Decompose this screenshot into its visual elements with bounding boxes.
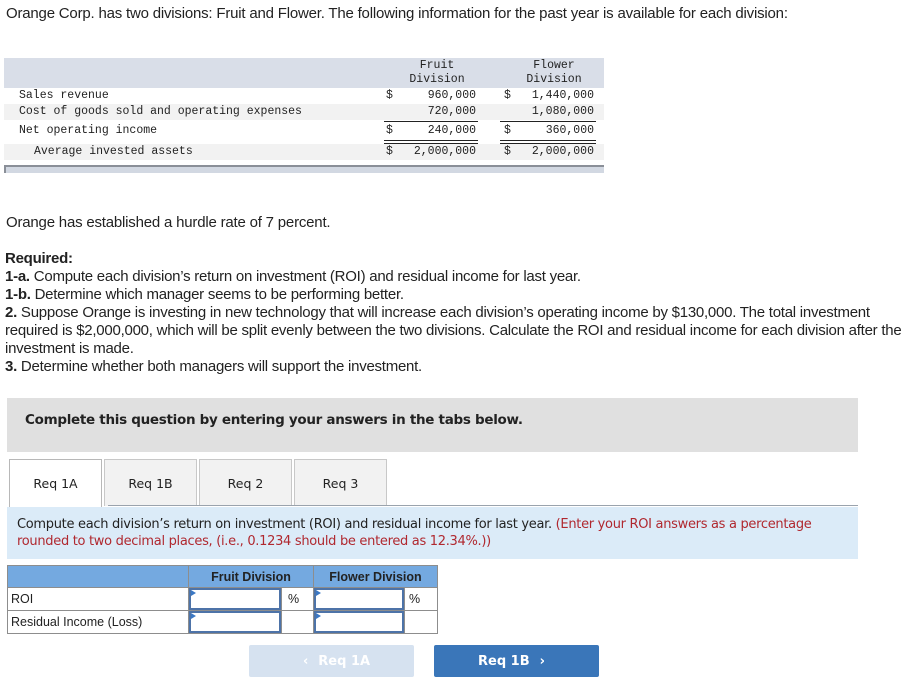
header-line: Division: [526, 73, 582, 86]
empty-suffix: [404, 610, 438, 634]
row-label: Net operating income: [19, 124, 158, 137]
requirement-number: 1-b.: [5, 286, 31, 303]
fruit-value: 720,000: [427, 105, 476, 118]
currency-sign: $: [386, 145, 393, 158]
fruit-roi-input[interactable]: [189, 588, 281, 610]
tab-req-1a[interactable]: Req 1A: [9, 459, 102, 508]
tab-req-3[interactable]: Req 3: [294, 459, 387, 506]
input-flag-icon: [316, 590, 321, 596]
fruit-value: 2,000,000: [413, 145, 476, 158]
input-flag-icon: [191, 590, 196, 596]
answer-table-header: Fruit Division Flower Division: [7, 565, 438, 588]
requirement-number: 2.: [5, 304, 18, 321]
prev-button-label: Req 1A: [318, 653, 371, 669]
tab-divider: [108, 505, 858, 506]
fruit-value: 960,000: [427, 89, 476, 102]
currency-sign: $: [504, 145, 511, 158]
data-row-average-invested-assets: Average invested assets $ 2,000,000 $ 2,…: [4, 144, 604, 160]
next-req-button[interactable]: Req 1B ›: [434, 645, 599, 677]
requirement-2: 2. Suppose Orange is investing in new te…: [5, 304, 920, 358]
question-prompt: Compute each division’s return on invest…: [7, 507, 858, 559]
answer-row-roi: ROI % %: [7, 587, 438, 611]
flower-value: 2,000,000: [531, 145, 594, 158]
currency-sign: $: [386, 124, 393, 137]
next-button-label: Req 1B: [478, 653, 530, 669]
percent-suffix: %: [281, 587, 314, 611]
header-line: Fruit: [419, 59, 455, 72]
answer-table: Fruit Division Flower Division ROI % % R…: [7, 565, 438, 634]
flower-residual-income-input[interactable]: [314, 611, 404, 633]
answer-row-residual-income: Residual Income (Loss): [7, 610, 438, 634]
flower-division-column-header: Flower Division: [313, 565, 438, 588]
fruit-value: 240,000: [427, 124, 476, 137]
previous-req-button[interactable]: ‹ Req 1A: [249, 645, 414, 677]
division-data-table: Fruit Division Flower Division Sales rev…: [4, 58, 604, 160]
fruit-residual-cell: [188, 610, 282, 634]
row-label: ROI: [7, 587, 189, 611]
data-table-footer: [4, 165, 604, 173]
requirement-text: Determine which manager seems to be perf…: [30, 286, 404, 303]
currency-sign: $: [504, 89, 511, 102]
required-heading: Required:: [5, 250, 73, 267]
fruit-residual-income-input[interactable]: [189, 611, 281, 633]
flower-roi-cell: [313, 587, 405, 611]
requirement-1b: 1-b. Determine which manager seems to be…: [5, 286, 920, 304]
header-blank: [7, 565, 189, 588]
data-row-cogs: Cost of goods sold and operating expense…: [4, 104, 604, 122]
header-line: Division: [409, 73, 465, 86]
flower-residual-cell: [313, 610, 405, 634]
instruction-text: Complete this question by entering your …: [25, 412, 523, 428]
flower-roi-input[interactable]: [314, 588, 404, 610]
chevron-left-icon: ‹: [302, 653, 309, 669]
requirement-text: Compute each division’s return on invest…: [29, 268, 581, 285]
percent-suffix: %: [404, 587, 438, 611]
currency-sign: $: [504, 124, 511, 137]
row-label: Average invested assets: [34, 145, 193, 158]
fruit-division-header: Fruit Division: [398, 58, 476, 87]
requirement-number: 1-a.: [5, 268, 30, 285]
requirement-number: 3.: [5, 358, 18, 375]
flower-value: 1,080,000: [531, 105, 594, 118]
requirement-3: 3. Determine whether both managers will …: [5, 358, 920, 376]
currency-sign: $: [386, 89, 393, 102]
requirement-text: Suppose Orange is investing in new techn…: [5, 304, 902, 357]
required-section: Required: 1-a. Compute each division’s r…: [5, 250, 920, 376]
input-flag-icon: [191, 613, 196, 619]
instruction-banner: Complete this question by entering your …: [7, 398, 858, 452]
flower-value: 1,440,000: [531, 89, 594, 102]
data-table-header: Fruit Division Flower Division: [4, 58, 604, 88]
hurdle-rate-text: Orange has established a hurdle rate of …: [6, 214, 331, 231]
data-row-net-operating-income: Net operating income $ 240,000 $ 360,000: [4, 120, 604, 144]
row-label: Sales revenue: [19, 89, 109, 102]
fruit-roi-cell: [188, 587, 282, 611]
input-flag-icon: [316, 613, 321, 619]
prompt-text: Compute each division’s return on invest…: [17, 517, 556, 532]
flower-division-header: Flower Division: [514, 58, 594, 87]
requirement-text: Determine whether both managers will sup…: [17, 358, 422, 375]
tab-req-2[interactable]: Req 2: [199, 459, 292, 506]
header-line: Flower: [533, 59, 575, 72]
tab-req-1b[interactable]: Req 1B: [104, 459, 197, 506]
problem-intro: Orange Corp. has two divisions: Fruit an…: [6, 5, 788, 22]
chevron-right-icon: ›: [539, 653, 545, 669]
empty-suffix: [281, 610, 314, 634]
flower-value: 360,000: [545, 124, 594, 137]
fruit-division-column-header: Fruit Division: [188, 565, 314, 588]
row-label: Residual Income (Loss): [7, 610, 189, 634]
requirement-1a: 1-a. Compute each division’s return on i…: [5, 268, 920, 286]
row-label: Cost of goods sold and operating expense…: [19, 105, 302, 118]
data-row-sales-revenue: Sales revenue $ 960,000 $ 1,440,000: [4, 88, 604, 104]
